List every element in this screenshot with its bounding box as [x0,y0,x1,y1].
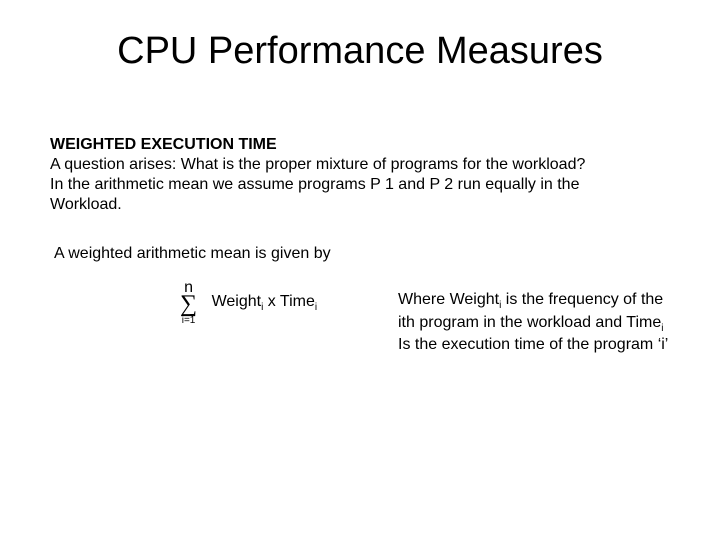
body-text: WEIGHTED EXECUTION TIME A question arise… [50,135,670,215]
time-term: Time [280,293,315,310]
multiply-text: x [263,293,280,310]
explain-line1b: is the frequency of the [501,291,663,308]
formula-expression: Weighti x Timei [212,293,318,313]
explain-line1a: Where Weight [398,291,499,308]
explain-time-sub: i [661,323,663,334]
weight-term: Weight [212,293,262,310]
sigma-icon: n ∑ i=1 [180,280,197,326]
slide: CPU Performance Measures WEIGHTED EXECUT… [0,0,720,540]
section-heading: WEIGHTED EXECUTION TIME [50,136,277,153]
slide-title: CPU Performance Measures [0,30,720,73]
body-line-1: A question arises: What is the proper mi… [50,156,585,173]
sigma-lower-bound: i=1 [180,316,197,326]
sigma-symbol: ∑ [180,294,197,316]
explanation-text: Where Weight i is the frequency of the it… [398,290,708,355]
explain-line2a: ith program in the workload and Time [398,314,661,331]
explain-line3: Is the execution time of the program ‘i’ [398,336,668,353]
body-line-3: Workload. [50,196,122,213]
lead-sentence: A weighted arithmetic mean is given by [54,245,331,263]
body-line-2: In the arithmetic mean we assume program… [50,176,579,193]
time-subscript: i [315,302,317,313]
formula: n ∑ i=1 Weighti x Timei [180,280,317,326]
